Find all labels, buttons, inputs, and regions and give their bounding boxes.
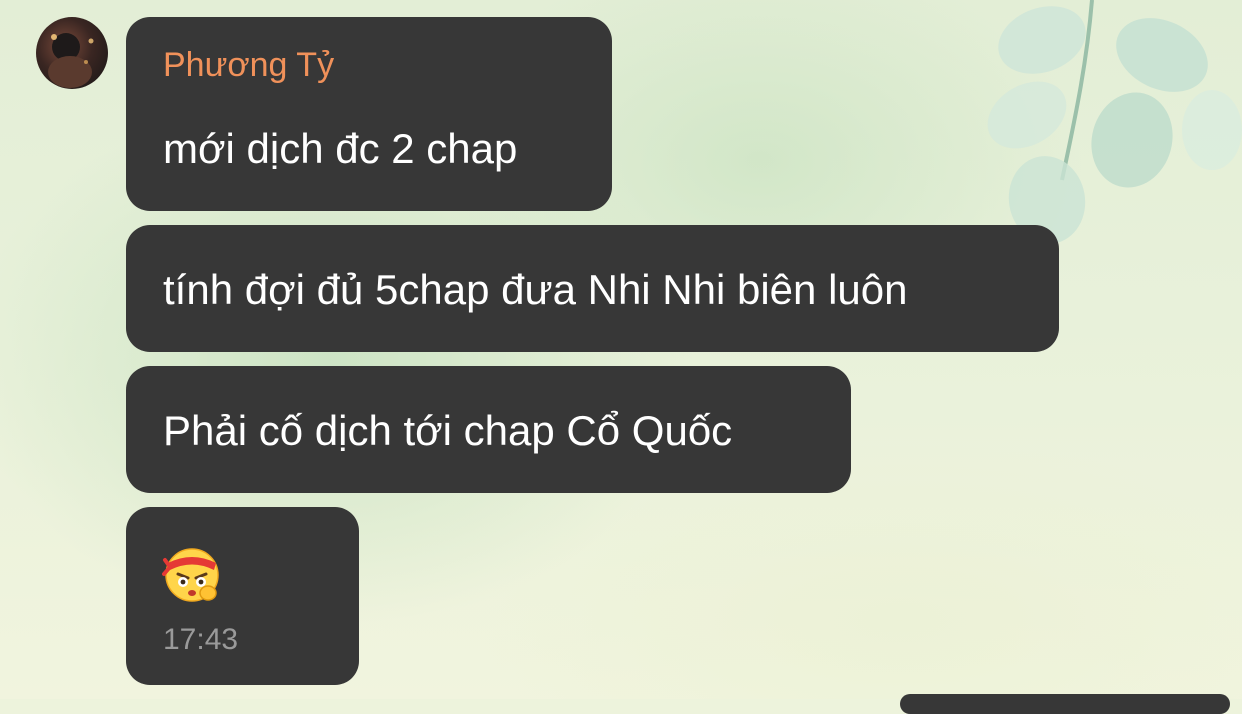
- message-bubble[interactable]: tính đợi đủ 5chap đưa Nhi Nhi biên luôn: [126, 225, 1059, 352]
- message-bubble[interactable]: Phương Tỷ mới dịch đc 2 chap: [126, 17, 612, 211]
- message-timestamp: 17:43: [163, 623, 239, 656]
- sender-name[interactable]: Phương Tỷ: [163, 46, 334, 85]
- message-text: tính đợi đủ 5chap đưa Nhi Nhi biên luôn: [163, 266, 908, 313]
- next-message-bubble-edge[interactable]: [900, 694, 1230, 714]
- sticker-message-bubble[interactable]: 17:43: [126, 507, 359, 685]
- sender-avatar[interactable]: [36, 17, 108, 89]
- eucalyptus-leaves-decoration: [987, 0, 1242, 244]
- angry-headband-emoji-icon: [162, 548, 219, 602]
- message-text: mới dịch đc 2 chap: [163, 125, 518, 172]
- message-bubble[interactable]: Phải cố dịch tới chap Cổ Quốc: [126, 366, 851, 493]
- message-text: Phải cố dịch tới chap Cổ Quốc: [163, 407, 733, 454]
